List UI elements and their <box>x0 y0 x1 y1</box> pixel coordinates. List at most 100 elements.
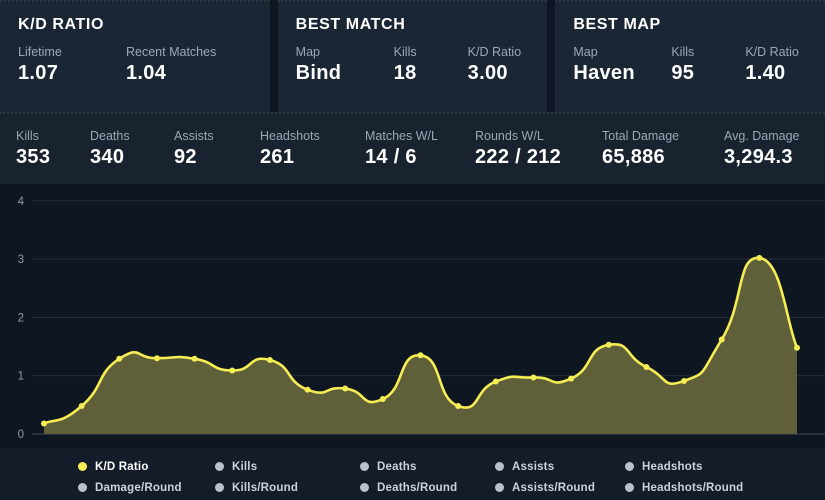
chart-ytick-label: 3 <box>18 254 24 266</box>
card-metric-label: Kills <box>671 45 695 59</box>
card-metric-value: 1.40 <box>745 61 786 84</box>
chart-svg: 0 1 2 3 4 <box>18 196 825 441</box>
legend-item-label: Assists <box>512 460 555 473</box>
legend-item-label: Damage/Round <box>95 481 182 494</box>
stat-label: Deaths <box>90 128 130 143</box>
chart-data-point[interactable] <box>116 355 123 362</box>
card-metric-label: Map <box>573 45 598 59</box>
chart-data-point[interactable] <box>568 375 575 382</box>
chart-data-point[interactable] <box>417 352 424 359</box>
stat-label: Headshots <box>260 128 320 143</box>
stat-value: 14 / 6 <box>365 146 417 169</box>
chart-data-point[interactable] <box>681 377 688 384</box>
chart-data-point[interactable] <box>530 374 537 381</box>
legend-dot-icon <box>495 483 504 492</box>
player-stats-panel: K/D RATIO Lifetime 1.07 Recent Matches 1.04 B… <box>0 0 825 500</box>
card-title: BEST MAP <box>573 16 661 33</box>
summary-card: BEST MAP Map Haven Kills 95 K/D Ratio 1.40 <box>555 0 825 112</box>
stat-label: Matches W/L <box>365 128 438 143</box>
legend-item[interactable]: Deaths/Round <box>360 477 457 498</box>
legend-dot-icon <box>215 462 224 471</box>
legend-dot-icon <box>78 462 87 471</box>
chart-data-point[interactable] <box>229 367 236 374</box>
card-metric-label: Lifetime <box>18 45 62 59</box>
chart-ytick-label: 4 <box>18 196 25 208</box>
chart-data-point[interactable] <box>492 378 499 385</box>
stat-label: Assists <box>174 128 214 143</box>
chart-data-point[interactable] <box>41 420 47 427</box>
chart-data-point[interactable] <box>756 254 763 261</box>
legend-item[interactable]: Headshots/Round <box>625 477 743 498</box>
card-metric-label: Map <box>295 45 320 59</box>
summary-cards: K/D RATIO Lifetime 1.07 Recent Matches 1.04 B… <box>0 0 825 112</box>
chart-data-point[interactable] <box>794 344 800 351</box>
legend-item[interactable]: Kills/Round <box>215 477 298 498</box>
stat-item: Avg. Damage 3,294.3 <box>724 128 824 170</box>
chart-data-point[interactable] <box>78 403 85 410</box>
chart-data-point[interactable] <box>643 363 650 370</box>
summary-card: K/D RATIO Lifetime 1.07 Recent Matches 1.04 <box>0 0 270 112</box>
stat-label: Avg. Damage <box>724 128 800 143</box>
chart-data-point[interactable] <box>455 403 462 410</box>
kd-ratio-chart: 0 1 2 3 4 K/D Ratio Kills Deaths Assists Headsho… <box>0 184 825 500</box>
legend-dot-icon <box>625 483 634 492</box>
stat-value: 340 <box>90 146 125 169</box>
card-title: K/D RATIO <box>18 16 104 33</box>
stat-item: Headshots 261 <box>260 128 365 170</box>
legend-dot-icon <box>495 462 504 471</box>
legend-item[interactable]: Deaths <box>360 456 417 477</box>
card-metric-label: Kills <box>393 45 417 59</box>
legend-item-label: Deaths/Round <box>377 481 458 494</box>
stat-label: Rounds W/L <box>475 128 544 143</box>
legend-dot-icon <box>360 462 369 471</box>
card-metric: Map Haven <box>573 45 641 86</box>
card-metrics: Lifetime 1.07 Recent Matches 1.04 <box>18 45 252 86</box>
legend-dot-icon <box>360 483 369 492</box>
stat-item: Matches W/L 14 / 6 <box>365 128 475 170</box>
legend-dot-icon <box>78 483 87 492</box>
summary-card: BEST MATCH Map Bind Kills 18 K/D Ratio 3.00 <box>277 0 548 112</box>
legend-item[interactable]: K/D Ratio <box>78 456 149 477</box>
chart-ytick-label: 1 <box>18 371 24 383</box>
stat-value: 261 <box>260 146 295 169</box>
stat-item: Deaths 340 <box>90 128 174 170</box>
card-metric-label: K/D Ratio <box>745 45 799 59</box>
stat-value: 92 <box>174 146 197 169</box>
chart-data-point[interactable] <box>718 336 725 343</box>
stat-label: Total Damage <box>602 128 680 143</box>
chart-data-point[interactable] <box>605 341 612 348</box>
card-metric-label: K/D Ratio <box>467 45 522 59</box>
chart-data-point[interactable] <box>379 396 386 403</box>
legend-item-label: Headshots/Round <box>642 481 744 494</box>
legend-item[interactable]: Assists/Round <box>495 477 595 498</box>
card-metric: Kills 95 <box>671 45 715 86</box>
card-metric-value: 1.04 <box>126 61 167 84</box>
legend-item-label: Headshots <box>642 460 703 473</box>
card-metric: K/D Ratio 3.00 <box>468 45 522 86</box>
legend-item-label: Assists/Round <box>512 481 596 494</box>
legend-item[interactable]: Damage/Round <box>78 477 182 498</box>
legend-item[interactable]: Headshots <box>625 456 703 477</box>
legend-item[interactable]: Kills <box>215 456 257 477</box>
chart-legend: K/D Ratio Kills Deaths Assists Headshots Dama… <box>0 448 825 500</box>
card-metrics: Map Haven Kills 95 K/D Ratio 1.40 <box>573 45 807 86</box>
chart-data-point[interactable] <box>342 385 349 392</box>
chart-ytick-label: 2 <box>18 312 24 324</box>
legend-item[interactable]: Assists <box>495 456 554 477</box>
card-metric: Kills 18 <box>394 45 438 86</box>
stat-item: Total Damage 65,886 <box>602 128 724 170</box>
card-metric-value: Bind <box>295 61 342 84</box>
card-metric: Lifetime 1.07 <box>18 45 96 86</box>
chart-data-point[interactable] <box>266 356 273 363</box>
chart-data-point[interactable] <box>191 355 198 362</box>
card-metric-label: Recent Matches <box>126 45 217 59</box>
chart-data-point[interactable] <box>153 355 160 362</box>
chart-ytick-labels: 0 1 2 3 4 <box>18 196 25 441</box>
card-metric: Recent Matches 1.04 <box>126 45 216 86</box>
stat-value: 353 <box>16 146 51 169</box>
stat-label: Kills <box>16 128 39 143</box>
stats-strip: Kills 353 Deaths 340 Assists 92 Headshots 261 Ma… <box>0 112 825 184</box>
stat-value: 222 / 212 <box>475 146 562 169</box>
card-metric-value: 1.07 <box>18 61 59 84</box>
chart-data-point[interactable] <box>304 386 311 393</box>
